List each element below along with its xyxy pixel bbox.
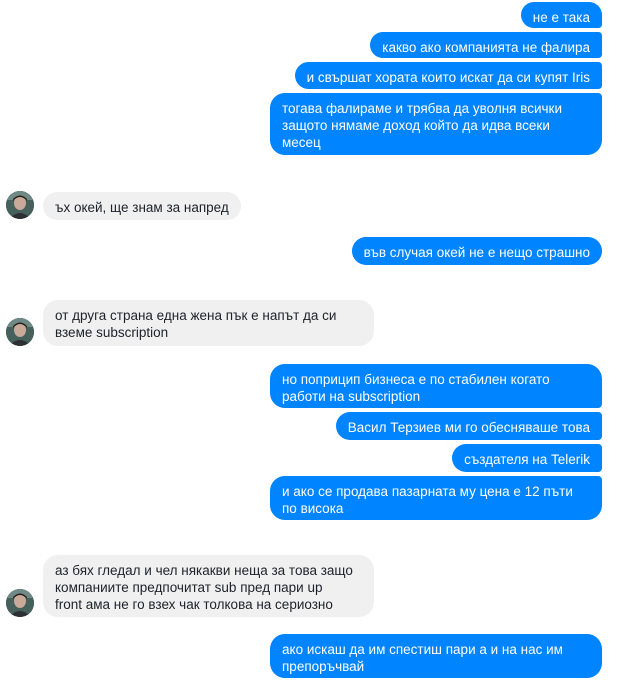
outgoing-message: ако искаш да им спестиш пари а и на нас … <box>270 634 602 678</box>
outgoing-message: тогава фалираме и трябва да уволня всичк… <box>270 93 602 155</box>
contact-avatar[interactable] <box>6 589 34 617</box>
outgoing-message: но поприцип бизнеса е по стабилен когато… <box>270 364 602 408</box>
contact-avatar[interactable] <box>6 191 34 219</box>
outgoing-message: Васил Терзиев ми го обесняваше това <box>335 412 602 440</box>
incoming-message: аз бях гледал и чел някакви неща за това… <box>43 555 374 617</box>
outgoing-message: не е така <box>520 2 602 28</box>
outgoing-message: какво ако компанията не фалира <box>370 32 602 58</box>
outgoing-message: във случая окей не е нещо страшно <box>351 237 602 265</box>
incoming-message: ъх окей, ще знам за напред <box>43 192 241 220</box>
contact-avatar[interactable] <box>6 318 34 346</box>
outgoing-message: и ако се продава пазарната му цена е 12 … <box>270 476 602 520</box>
outgoing-message: създателя на Telerik <box>452 444 602 472</box>
outgoing-message: и свършат хората които искат да си купят… <box>294 62 602 89</box>
incoming-message: от друга страна една жена пък е напът да… <box>43 300 374 346</box>
